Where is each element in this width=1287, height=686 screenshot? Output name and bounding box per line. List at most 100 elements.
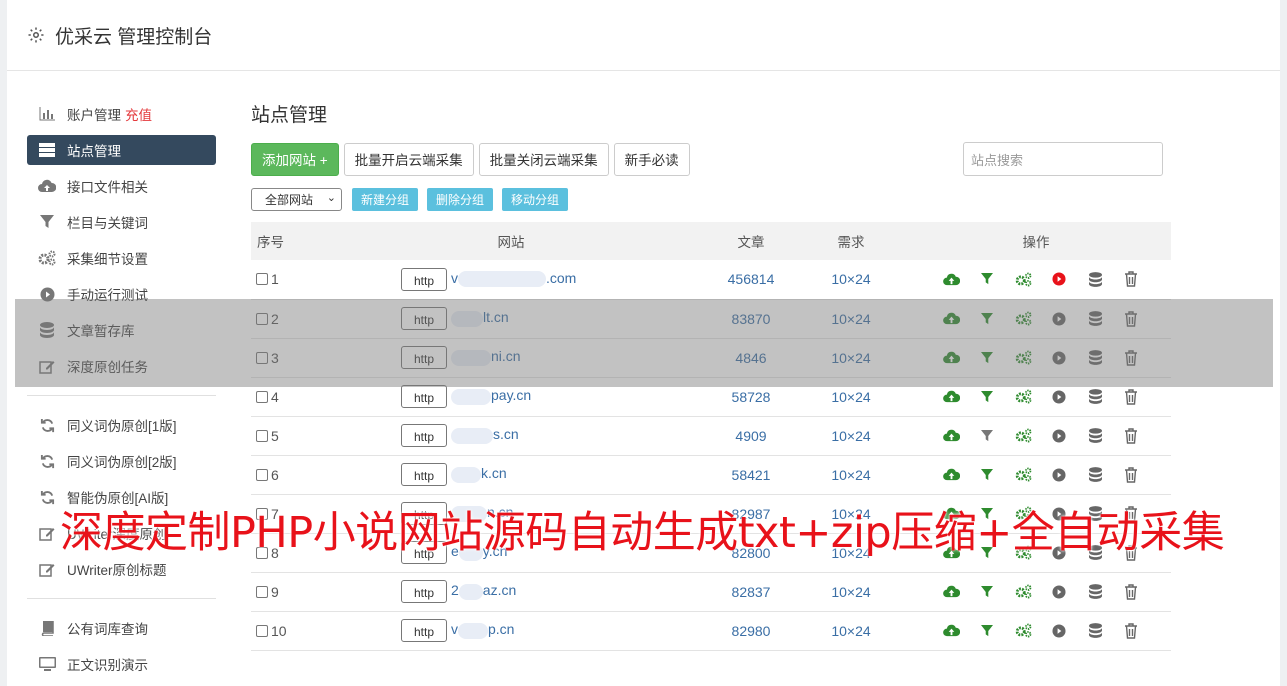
protocol-select[interactable]: http — [401, 385, 447, 408]
cloud-upload-icon[interactable] — [942, 426, 961, 445]
play-icon[interactable] — [1050, 465, 1069, 484]
filter-icon[interactable] — [978, 465, 997, 484]
site-link[interactable]: s.cn — [493, 426, 519, 442]
table-row[interactable]: 6 http k.cn 58421 10×24 — [251, 455, 1171, 494]
row-checkbox[interactable] — [256, 624, 268, 637]
sidebar-item-public-lexicon[interactable]: 公有词库查询 — [27, 610, 216, 646]
batch-enable-button[interactable]: 批量开启云端采集 — [343, 142, 474, 176]
cogs-icon[interactable] — [1014, 465, 1033, 484]
site-link[interactable]: k.cn — [481, 465, 507, 481]
filter-icon[interactable] — [978, 270, 997, 289]
row-site-cell: http v p.cn — [321, 611, 701, 650]
site-search-input[interactable]: 站点搜索 — [963, 142, 1163, 176]
database-icon[interactable] — [1086, 582, 1105, 601]
sidebar-item-text-recognition[interactable]: 正文识别演示 — [27, 646, 216, 682]
sidebar-item-columns-keywords[interactable]: 栏目与关键词 — [27, 204, 216, 240]
group-controls: 全部网站 ⌄ 新建分组 删除分组 移动分组 — [251, 186, 1171, 212]
row-checkbox[interactable] — [256, 585, 268, 598]
site-link[interactable]: p.cn — [488, 621, 514, 637]
protocol-select[interactable]: http — [401, 619, 447, 642]
cloud-upload-icon[interactable] — [942, 621, 961, 640]
gear-icon — [27, 25, 47, 45]
demand-value[interactable]: 10×24 — [801, 611, 901, 650]
sidebar-item-label: UWriter原创标题 — [67, 563, 167, 578]
sidebar-item-label: 正文识别演示 — [67, 658, 148, 673]
demand-value[interactable]: 10×24 — [801, 572, 901, 611]
article-count[interactable]: 456814 — [701, 260, 801, 299]
table-row[interactable]: 10 http v p.cn 82980 10×24 — [251, 611, 1171, 650]
move-group-button[interactable]: 移动分组 — [502, 187, 569, 211]
sidebar-item-interface-files[interactable]: 接口文件相关 — [27, 168, 216, 204]
row-checkbox[interactable] — [256, 390, 268, 403]
trash-icon[interactable] — [1122, 426, 1141, 445]
sidebar-item-synonym-v2[interactable]: 同义词伪原创[2版] — [27, 443, 216, 479]
refresh-icon — [38, 488, 56, 506]
cogs-icon[interactable] — [1014, 387, 1033, 406]
table-row[interactable]: 1 http v .com 456814 10×24 — [251, 260, 1171, 299]
cogs-icon[interactable] — [1014, 426, 1033, 445]
filter-icon[interactable] — [978, 426, 997, 445]
add-site-button[interactable]: 添加网站 + — [251, 142, 339, 176]
trash-icon[interactable] — [1122, 465, 1141, 484]
newbie-guide-button[interactable]: 新手必读 — [613, 142, 690, 176]
filter-icon[interactable] — [978, 582, 997, 601]
cloud-upload-icon[interactable] — [942, 387, 961, 406]
row-ops-cell — [901, 572, 1171, 611]
table-row[interactable]: 5 http s.cn 4909 10×24 — [251, 416, 1171, 455]
cogs-icon[interactable] — [1014, 270, 1033, 289]
row-index: 9 — [271, 583, 279, 600]
group-select[interactable]: 全部网站 ⌄ — [251, 187, 342, 211]
play-icon[interactable] — [1050, 387, 1069, 406]
protocol-select[interactable]: http — [401, 463, 447, 486]
site-link[interactable]: az.cn — [483, 582, 516, 598]
filter-icon[interactable] — [978, 387, 997, 406]
protocol-select[interactable]: http — [401, 580, 447, 603]
trash-icon[interactable] — [1122, 621, 1141, 640]
site-link[interactable]: pay.cn — [491, 387, 531, 403]
cogs-icon[interactable] — [1014, 621, 1033, 640]
play-icon[interactable] — [1050, 582, 1069, 601]
database-icon[interactable] — [1086, 270, 1105, 289]
play-icon[interactable] — [1050, 426, 1069, 445]
row-checkbox[interactable] — [256, 468, 268, 481]
cloud-upload-icon[interactable] — [942, 465, 961, 484]
database-icon[interactable] — [1086, 426, 1105, 445]
sidebar-item-site-management[interactable]: 站点管理 — [27, 135, 216, 165]
edit-icon — [38, 524, 56, 542]
row-checkbox[interactable] — [256, 429, 268, 442]
batch-disable-button[interactable]: 批量关闭云端采集 — [478, 142, 609, 176]
demand-value[interactable]: 10×24 — [801, 455, 901, 494]
filter-icon[interactable] — [978, 621, 997, 640]
cloud-upload-icon[interactable] — [942, 582, 961, 601]
site-link[interactable]: .com — [546, 270, 576, 286]
trash-icon[interactable] — [1122, 270, 1141, 289]
new-group-button[interactable]: 新建分组 — [352, 187, 419, 211]
sidebar-item-label: 接口文件相关 — [67, 180, 148, 195]
table-row[interactable]: 9 http 2 az.cn 82837 10×24 — [251, 572, 1171, 611]
protocol-select[interactable]: http — [401, 267, 447, 291]
trash-icon[interactable] — [1122, 582, 1141, 601]
row-checkbox[interactable] — [256, 273, 268, 286]
app-title: 优采云 管理控制台 — [55, 26, 213, 48]
cogs-icon[interactable] — [1014, 582, 1033, 601]
article-count[interactable]: 58421 — [701, 455, 801, 494]
article-count[interactable]: 4909 — [701, 416, 801, 455]
cloud-upload-icon[interactable] — [942, 270, 961, 289]
recharge-link[interactable]: 充值 — [125, 104, 152, 124]
row-index-cell: 6 — [251, 455, 321, 494]
database-icon[interactable] — [1086, 621, 1105, 640]
article-count[interactable]: 82980 — [701, 611, 801, 650]
trash-icon[interactable] — [1122, 387, 1141, 406]
sidebar-item-synonym-v1[interactable]: 同义词伪原创[1版] — [27, 407, 216, 443]
database-icon[interactable] — [1086, 465, 1105, 484]
play-icon[interactable] — [1050, 270, 1069, 289]
play-icon[interactable] — [1050, 621, 1069, 640]
database-icon[interactable] — [1086, 387, 1105, 406]
protocol-select[interactable]: http — [401, 424, 447, 447]
sidebar-item-collect-settings[interactable]: 采集细节设置 — [27, 240, 216, 276]
demand-value[interactable]: 10×24 — [801, 416, 901, 455]
article-count[interactable]: 82837 — [701, 572, 801, 611]
delete-group-button[interactable]: 删除分组 — [427, 187, 494, 211]
sidebar-item-account[interactable]: 账户管理 充值 — [27, 96, 216, 132]
demand-value[interactable]: 10×24 — [801, 260, 901, 299]
